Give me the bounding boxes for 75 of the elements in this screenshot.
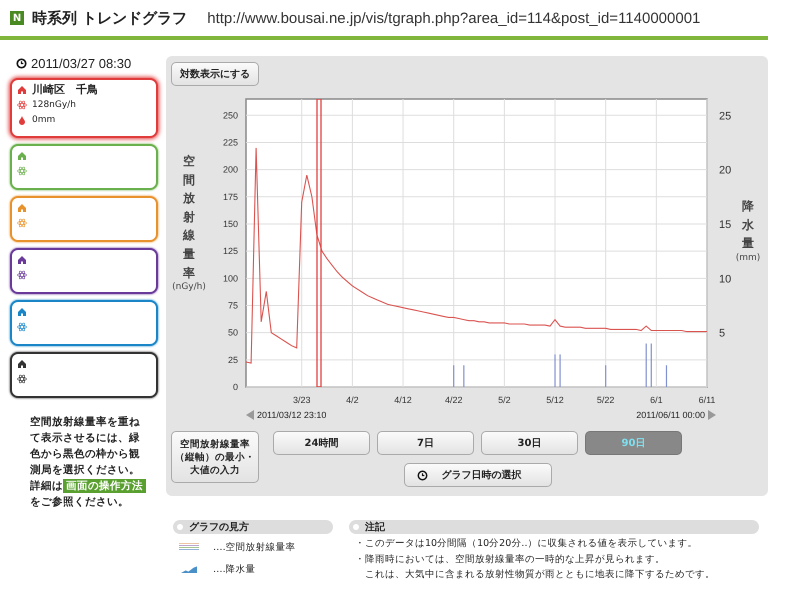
right-tick-label: 25 <box>719 110 732 122</box>
time-cursor[interactable] <box>316 99 322 387</box>
range-start: 2011/03/12 23:10 <box>246 409 326 421</box>
area-chart-icon <box>179 564 199 574</box>
clock-icon <box>16 58 27 69</box>
y-tick-label: 75 <box>228 300 238 310</box>
y-tick-label: 125 <box>222 246 238 256</box>
section-header: グラフの見方 <box>173 520 333 534</box>
url-text: http://www.bousai.ne.jp/vis/tgraph.php?area_id=114&post_id=1140000001 <box>207 10 700 26</box>
y-tick-label: 0 <box>232 382 238 392</box>
legend-label: ‥‥降水量 <box>213 562 256 576</box>
lines-icon <box>179 542 199 552</box>
note-text: ・降雨時においては、空間放射線量率の一時的な上昇が見られます。 <box>355 553 666 566</box>
house-icon <box>17 150 27 160</box>
atom-icon <box>17 100 27 110</box>
y-tick-label: 25 <box>228 354 238 365</box>
right-axis-label: 降水量 <box>742 198 754 252</box>
period-button[interactable]: 30日 <box>481 431 578 455</box>
datetime-text: 2011/03/27 08:30 <box>31 56 132 71</box>
atom-icon <box>17 270 27 280</box>
atom-icon <box>17 322 27 332</box>
house-icon <box>17 306 27 316</box>
drop-icon <box>17 114 27 124</box>
log-scale-button[interactable]: 対数表示にする <box>171 62 259 86</box>
right-tick-label: 20 <box>719 164 732 177</box>
date-select-button[interactable]: グラフ日時の選択 <box>404 463 552 487</box>
note-text: ・このデータは10分間隔（10分20分‥）に収集される値を表示しています。 <box>355 537 699 550</box>
x-tick-label: 3/23 <box>292 395 310 405</box>
atom-icon <box>17 218 27 228</box>
station-card[interactable]: 川崎区 千鳥 128nGy/h 0mm <box>10 78 158 138</box>
station-name: 川崎区 千鳥 <box>32 82 98 97</box>
house-icon <box>17 254 27 264</box>
house-icon <box>17 84 27 94</box>
right-tick-label: 15 <box>719 218 732 231</box>
range-end: 2011/06/11 00:00 <box>636 409 716 421</box>
x-tick-label: 4/12 <box>394 395 412 405</box>
y-tick-label: 50 <box>228 328 238 338</box>
y-tick-label: 100 <box>222 273 238 284</box>
period-button[interactable]: 24時間 <box>273 431 370 455</box>
note-text: これは、大気中に含まれる放射性物質が雨とともに地表に降下するためです。 <box>364 568 716 581</box>
left-arrow-icon[interactable] <box>246 409 254 421</box>
rainfall-text: 0mm <box>32 114 56 124</box>
dose-rate-text: 128nGy/h <box>32 100 76 110</box>
right-axis-unit: (mm) <box>736 252 760 263</box>
y-tick-label: 150 <box>222 218 238 229</box>
station-card[interactable] <box>10 352 158 398</box>
x-tick-label: 5/2 <box>498 395 511 405</box>
instruction-text: 空間放射線量率を重ねて表示させるには、緑色から黒色の枠から観測局を選択ください。詳細は 画面の操作方法 をご参照ください。 <box>30 414 150 510</box>
y-axis-unit: (nGy/h) <box>172 282 206 292</box>
house-icon <box>17 202 27 212</box>
x-tick-label: 4/22 <box>444 395 462 405</box>
x-tick-label: 6/1 <box>650 395 663 405</box>
y-tick-label: 250 <box>222 110 238 120</box>
atom-icon <box>17 166 27 176</box>
y-tick-label: 175 <box>222 192 238 202</box>
clock-icon <box>416 470 428 480</box>
right-arrow-icon[interactable] <box>708 409 716 421</box>
page-title: 時系列 トレンドグラフ <box>32 8 188 28</box>
min-max-button[interactable]: 空間放射線量率（縦軸）の最小・大値の入力 <box>171 431 259 483</box>
atom-icon <box>17 374 27 384</box>
logo: N <box>10 11 24 25</box>
station-card[interactable] <box>10 248 158 294</box>
section-header: 注記 <box>349 520 759 534</box>
x-tick-label: 5/22 <box>596 395 614 405</box>
right-tick-label: 5 <box>719 328 726 340</box>
x-tick-label: 6/11 <box>698 395 716 405</box>
house-icon <box>17 358 27 368</box>
right-tick-label: 10 <box>719 273 732 286</box>
x-tick-label: 4/2 <box>346 395 359 405</box>
period-button[interactable]: 7日 <box>377 431 474 455</box>
y-tick-label: 200 <box>222 164 238 175</box>
y-tick-label: 225 <box>222 137 238 148</box>
legend-label: ‥‥空間放射線量率 <box>213 540 296 554</box>
x-tick-label: 5/12 <box>546 395 564 405</box>
y-axis-label: 空間放射線量率 <box>183 153 195 282</box>
